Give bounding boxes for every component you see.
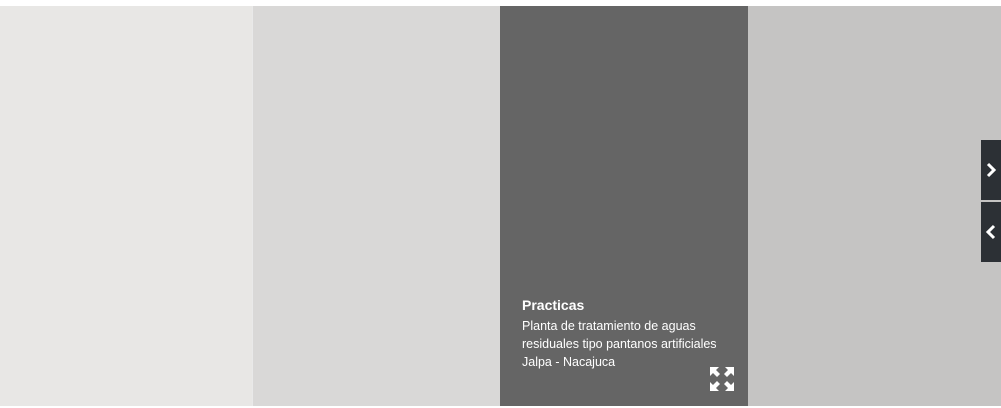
expand-arrows-icon[interactable] (709, 366, 735, 392)
panel-caption: Practicas Planta de tratamiento de aguas… (522, 296, 737, 371)
gallery-panel-2[interactable] (252, 6, 500, 406)
caption-line-3: Jalpa - Nacajuca (522, 355, 616, 369)
caption-title: Practicas (522, 297, 585, 313)
next-button[interactable] (981, 140, 1001, 200)
chevron-left-icon (985, 224, 996, 240)
gallery-panel-1[interactable] (0, 6, 252, 406)
caption-line-2: residuales tipo pantanos artificiales (522, 337, 717, 351)
prev-button[interactable] (981, 202, 1001, 262)
gallery-panel-4[interactable] (748, 6, 1001, 406)
gallery-panel-active[interactable]: Practicas Planta de tratamiento de aguas… (500, 6, 748, 406)
chevron-right-icon (986, 162, 997, 178)
caption-line-1: Planta de tratamiento de aguas (522, 319, 696, 333)
accordion-gallery: Practicas Planta de tratamiento de aguas… (0, 6, 1001, 406)
